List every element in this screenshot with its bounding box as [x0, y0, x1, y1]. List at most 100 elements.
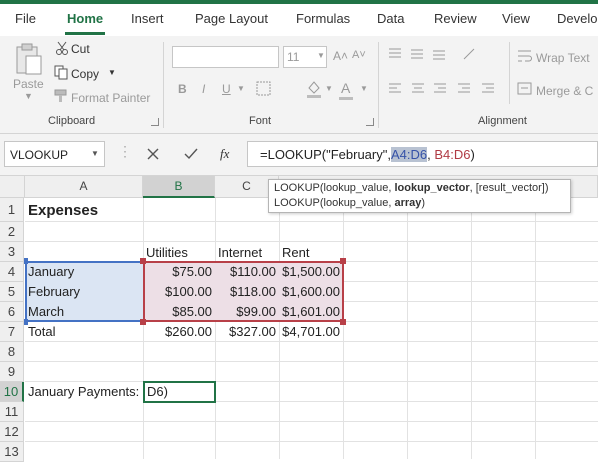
- cell-c5[interactable]: $118.00: [215, 282, 279, 302]
- copy-icon[interactable]: [54, 65, 68, 80]
- formula-ref-result-vector: B4:D6: [434, 147, 471, 162]
- format-painter-button[interactable]: Format Painter: [71, 91, 150, 105]
- insert-function-button[interactable]: fx: [220, 146, 229, 162]
- tooltip-syntax-vector: LOOKUP(lookup_value, lookup_vector, [res…: [274, 181, 565, 196]
- vertical-align-icons[interactable]: [386, 46, 496, 62]
- font-color-dropdown-icon[interactable]: ▼: [360, 84, 368, 93]
- cell-b6[interactable]: $85.00: [143, 302, 215, 322]
- fill-dropdown-icon[interactable]: ▼: [325, 84, 333, 93]
- tab-view[interactable]: View: [502, 11, 530, 26]
- cell-d4[interactable]: $1,500.00: [279, 262, 343, 282]
- column-header-b[interactable]: B: [143, 176, 215, 198]
- cell-a4[interactable]: January: [25, 262, 143, 282]
- fill-color-icon[interactable]: [305, 79, 323, 99]
- grow-font-button[interactable]: A˄: [333, 49, 348, 63]
- borders-icon[interactable]: [256, 81, 272, 97]
- row-header-5[interactable]: 5: [0, 282, 24, 302]
- select-all-corner[interactable]: [0, 176, 25, 198]
- row-header-13[interactable]: 13: [0, 442, 24, 462]
- horizontal-align-icons[interactable]: [386, 81, 512, 97]
- chevron-down-icon: ▼: [317, 51, 325, 60]
- row-header-2[interactable]: 2: [0, 222, 24, 242]
- name-box-value: VLOOKUP: [10, 148, 69, 162]
- active-cell-b10[interactable]: D6): [143, 381, 216, 403]
- shrink-font-button[interactable]: A˅: [352, 49, 366, 61]
- copy-dropdown-icon[interactable]: ▼: [108, 68, 116, 77]
- font-launcher-icon[interactable]: [366, 118, 374, 126]
- row-header-3[interactable]: 3: [0, 242, 24, 262]
- paste-button[interactable]: Paste: [13, 77, 44, 91]
- cell-b5[interactable]: $100.00: [143, 282, 215, 302]
- row-header-8[interactable]: 8: [0, 342, 24, 362]
- row-header-9[interactable]: 9: [0, 362, 24, 382]
- italic-button[interactable]: I: [202, 82, 205, 96]
- column-header-a[interactable]: A: [25, 176, 143, 198]
- formula-prefix: =LOOKUP("February",: [260, 147, 391, 162]
- tab-insert[interactable]: Insert: [131, 11, 164, 26]
- tab-developer[interactable]: Develo: [557, 11, 597, 26]
- row-header-4[interactable]: 4: [0, 262, 24, 282]
- bold-button[interactable]: B: [178, 82, 187, 96]
- ribbon: Paste ▼ Cut Copy ▼ Format Painter Clipbo…: [0, 36, 598, 134]
- merge-center-icon[interactable]: [517, 81, 533, 97]
- cell-d5[interactable]: $1,600.00: [279, 282, 343, 302]
- paste-dropdown-icon[interactable]: ▼: [24, 91, 33, 101]
- cut-button[interactable]: Cut: [71, 42, 90, 56]
- enter-check-icon[interactable]: [183, 147, 199, 161]
- tab-page-layout[interactable]: Page Layout: [195, 11, 268, 26]
- tooltip-current-arg: lookup_vector: [394, 182, 470, 194]
- cancel-icon[interactable]: [146, 147, 160, 161]
- chevron-down-icon[interactable]: ▼: [91, 149, 99, 158]
- copy-button[interactable]: Copy: [71, 67, 99, 81]
- cell-a7[interactable]: Total: [25, 322, 143, 342]
- merge-center-button[interactable]: Merge & C: [536, 84, 593, 98]
- ribbon-divider: [509, 42, 510, 104]
- row-header-1[interactable]: 1: [0, 198, 24, 222]
- font-size-value: 11: [287, 50, 300, 64]
- row-header-11[interactable]: 11: [0, 402, 24, 422]
- cell-d7[interactable]: $4,701.00: [279, 322, 343, 342]
- font-name-select[interactable]: [172, 46, 279, 68]
- scissors-icon[interactable]: [55, 41, 69, 55]
- cell-d3-header[interactable]: Rent: [279, 242, 312, 262]
- cell-a6[interactable]: March: [25, 302, 143, 322]
- cell-d6[interactable]: $1,601.00: [279, 302, 343, 322]
- formula-input[interactable]: =LOOKUP("February",A4:D6, B4:D6): [247, 141, 598, 167]
- wrap-text-icon[interactable]: [517, 48, 533, 64]
- paste-icon[interactable]: [14, 42, 44, 76]
- name-box[interactable]: VLOOKUP ▼: [4, 141, 105, 167]
- cell-c4[interactable]: $110.00: [215, 262, 279, 282]
- cell-a1-title[interactable]: Expenses: [25, 199, 101, 223]
- alignment-group-label: Alignment: [478, 115, 527, 127]
- font-color-button[interactable]: A: [341, 80, 350, 96]
- cell-a5[interactable]: February: [25, 282, 143, 302]
- tab-formulas[interactable]: Formulas: [296, 11, 350, 26]
- wrap-text-button[interactable]: Wrap Text: [536, 51, 590, 65]
- row-header-7[interactable]: 7: [0, 322, 24, 342]
- tab-review[interactable]: Review: [434, 11, 477, 26]
- cell-b7[interactable]: $260.00: [143, 322, 215, 342]
- tab-home[interactable]: Home: [64, 11, 106, 35]
- underline-dropdown-icon[interactable]: ▼: [237, 84, 245, 93]
- row-header-12[interactable]: 12: [0, 422, 24, 442]
- ribbon-divider: [378, 42, 379, 128]
- tooltip-text: ): [421, 197, 426, 209]
- cell-c7[interactable]: $327.00: [215, 322, 279, 342]
- formula-ref-lookup-vector: A4:D6: [390, 147, 428, 162]
- cell-b4[interactable]: $75.00: [143, 262, 215, 282]
- cell-c3-header[interactable]: Internet: [215, 242, 265, 262]
- cell-a10[interactable]: January Payments:: [25, 382, 143, 402]
- clipboard-launcher-icon[interactable]: [151, 118, 159, 126]
- row-header-6[interactable]: 6: [0, 302, 24, 322]
- font-group-label: Font: [249, 115, 272, 127]
- cell-b3-header[interactable]: Utilities: [143, 242, 191, 262]
- font-size-select[interactable]: 11 ▼: [283, 46, 327, 68]
- more-icon[interactable]: ⋮: [118, 144, 132, 158]
- underline-button[interactable]: U: [222, 82, 231, 96]
- row-header-10[interactable]: 10: [0, 382, 24, 402]
- tab-file[interactable]: File: [15, 11, 36, 26]
- tab-data[interactable]: Data: [377, 11, 404, 26]
- cell-c6[interactable]: $99.00: [215, 302, 279, 322]
- formula-bar: VLOOKUP ▼ ⋮ fx =LOOKUP("February",A4:D6, …: [0, 134, 598, 176]
- format-painter-icon[interactable]: [54, 88, 68, 103]
